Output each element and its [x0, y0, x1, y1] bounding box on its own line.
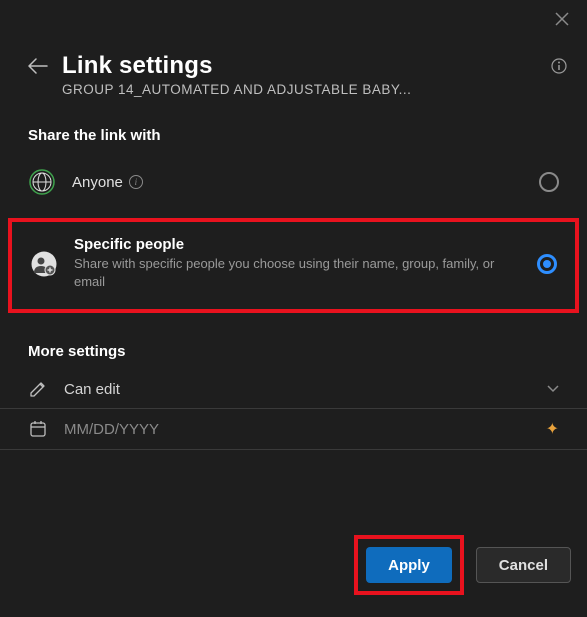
share-option-anyone[interactable]: Anyone i	[0, 158, 587, 206]
highlight-apply: Apply	[354, 535, 464, 595]
radio-anyone[interactable]	[539, 172, 559, 192]
option-anyone-title: Anyone i	[72, 174, 523, 191]
option-specific-desc: Share with specific people you choose us…	[74, 255, 521, 291]
chevron-down-icon	[547, 380, 559, 398]
back-button[interactable]	[28, 58, 48, 79]
apply-button[interactable]: Apply	[366, 547, 452, 583]
globe-icon	[28, 168, 56, 196]
page-subtitle: GROUP 14_AUTOMATED AND ADJUSTABLE BABY..…	[62, 82, 537, 97]
permission-dropdown[interactable]: Can edit	[0, 370, 587, 409]
pencil-icon	[28, 380, 48, 398]
sparkle-icon: ✦	[546, 419, 559, 439]
option-specific-title: Specific people	[74, 236, 521, 253]
share-section-label: Share the link with	[0, 97, 587, 158]
permission-value: Can edit	[64, 381, 531, 398]
close-button[interactable]	[553, 10, 571, 28]
radio-specific[interactable]	[537, 254, 557, 274]
date-placeholder: MM/DD/YYYY	[64, 421, 530, 438]
page-title: Link settings	[62, 52, 537, 80]
info-button[interactable]	[551, 58, 567, 79]
share-option-specific[interactable]: Specific people Share with specific peop…	[30, 236, 557, 291]
people-icon	[30, 250, 58, 278]
cancel-button[interactable]: Cancel	[476, 547, 571, 583]
info-icon: i	[129, 175, 143, 189]
highlight-specific-people: Specific people Share with specific peop…	[8, 218, 579, 313]
more-settings-label: More settings	[0, 319, 587, 370]
expiry-date-input[interactable]: MM/DD/YYYY ✦	[0, 409, 587, 450]
calendar-icon	[28, 420, 48, 438]
